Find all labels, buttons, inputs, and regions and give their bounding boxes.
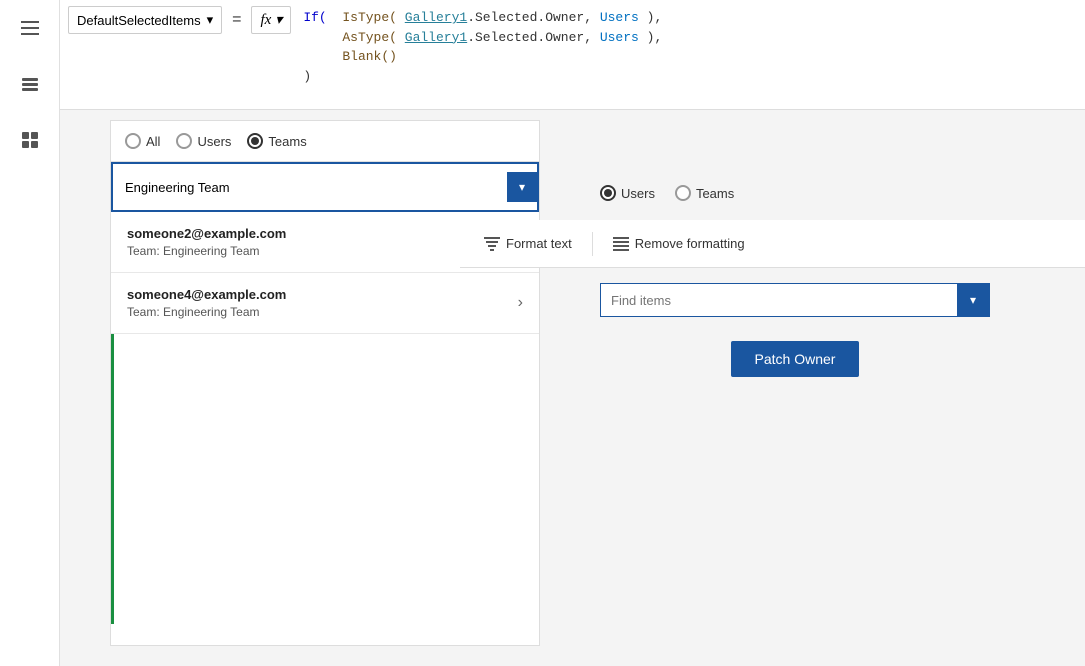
fx-label: fx (260, 12, 271, 29)
gallery-item-1-team: Team: Engineering Team (127, 244, 286, 258)
fx-chevron-icon: ▾ (275, 12, 282, 29)
formula-line-1: If( IsType( Gallery1.Selected.Owner, Use… (303, 8, 1071, 28)
team-dropdown-arrow-icon: ▾ (507, 172, 537, 202)
remove-formatting-button[interactable]: Remove formatting (601, 230, 757, 257)
filter-radio-group: All Users Teams (111, 121, 539, 162)
gallery-item-1-email: someone2@example.com (127, 226, 286, 241)
patch-owner-button[interactable]: Patch Owner (731, 341, 860, 377)
grid-icon[interactable] (12, 122, 48, 158)
equals-sign: = (228, 6, 245, 34)
gallery-empty-area (111, 334, 539, 624)
formula-line-3: Blank() (303, 47, 1071, 67)
format-text-button[interactable]: Format text (472, 230, 584, 257)
format-text-label: Format text (506, 236, 572, 251)
gallery-item-2-email: someone4@example.com (127, 287, 286, 302)
property-label: DefaultSelectedItems (77, 13, 201, 28)
format-text-icon (484, 237, 500, 251)
toolbar-divider (592, 232, 593, 256)
radio-teams-circle (247, 133, 263, 149)
right-radio-teams-label: Teams (696, 186, 734, 201)
remove-formatting-label: Remove formatting (635, 236, 745, 251)
gallery-item-2-team: Team: Engineering Team (127, 305, 286, 319)
formula-code[interactable]: If( IsType( Gallery1.Selected.Owner, Use… (297, 6, 1077, 88)
right-radio-users-label: Users (621, 186, 655, 201)
radio-all-label: All (146, 134, 160, 149)
gallery-item-2-chevron-icon: › (518, 294, 523, 312)
formula-line-2: AsType( Gallery1.Selected.Owner, Users )… (303, 28, 1071, 48)
team-dropdown[interactable]: Engineering Team ▾ (111, 162, 539, 212)
right-radio-group: Users Teams (600, 185, 990, 201)
gallery-item-2[interactable]: someone4@example.com Team: Engineering T… (111, 273, 539, 334)
find-items-row: ▾ (600, 283, 990, 317)
right-radio-teams-circle (675, 185, 691, 201)
gallery-item-2-content: someone4@example.com Team: Engineering T… (127, 287, 286, 319)
right-radio-users-circle (600, 185, 616, 201)
format-toolbar: Format text Remove formatting (460, 220, 1085, 268)
radio-all-circle (125, 133, 141, 149)
hamburger-icon[interactable] (12, 10, 48, 46)
radio-all[interactable]: All (125, 133, 160, 149)
formula-bar: DefaultSelectedItems ▾ = fx ▾ If( IsType… (60, 0, 1085, 110)
gallery-item-1-content: someone2@example.com Team: Engineering T… (127, 226, 286, 258)
find-items-input[interactable] (601, 287, 957, 314)
fx-button[interactable]: fx ▾ (251, 6, 291, 34)
right-radio-users[interactable]: Users (600, 185, 655, 201)
formula-line-4: ) (303, 67, 1071, 87)
radio-users-circle (176, 133, 192, 149)
left-sidebar (0, 0, 60, 666)
team-dropdown-value: Engineering Team (125, 180, 230, 195)
layers-icon[interactable] (12, 66, 48, 102)
radio-teams-label: Teams (268, 134, 306, 149)
radio-users[interactable]: Users (176, 133, 231, 149)
dropdown-chevron-icon: ▾ (207, 12, 214, 28)
left-gallery-panel: All Users Teams Engineering Team ▾ someo… (110, 120, 540, 646)
remove-formatting-icon (613, 237, 629, 251)
canvas: Format text Remove formatting All Users (60, 110, 1085, 666)
find-items-dropdown-icon[interactable]: ▾ (957, 283, 989, 317)
right-panel: Users Teams ▾ Patch Owner (580, 165, 1010, 397)
property-dropdown[interactable]: DefaultSelectedItems ▾ (68, 6, 222, 34)
radio-users-label: Users (197, 134, 231, 149)
radio-teams[interactable]: Teams (247, 133, 306, 149)
right-radio-teams[interactable]: Teams (675, 185, 734, 201)
